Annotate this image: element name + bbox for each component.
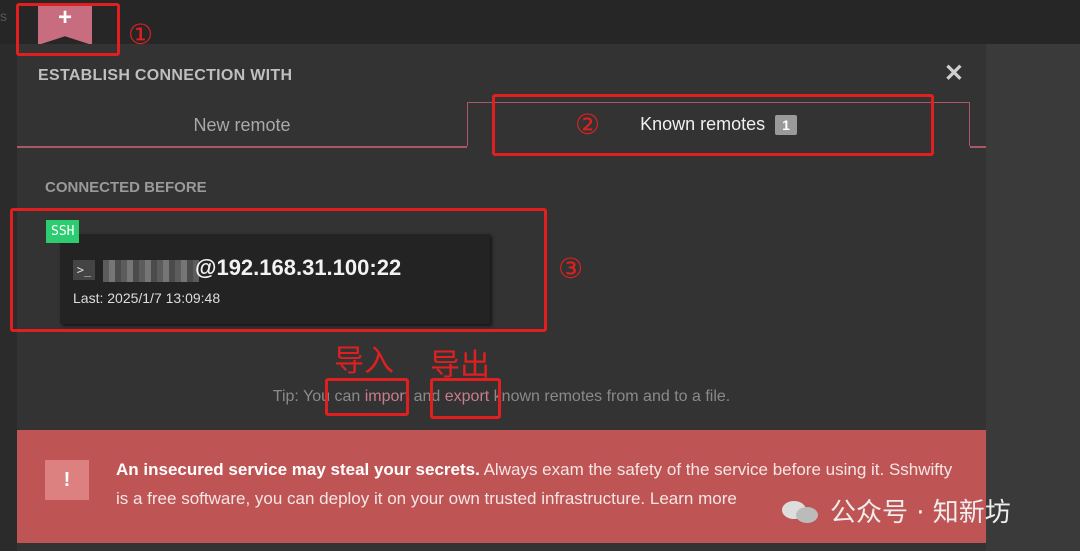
learn-more-link[interactable]: Learn more (650, 489, 737, 508)
warning-bold-text: An insecured service may steal your secr… (116, 460, 480, 479)
tab-new-remote-label: New remote (193, 114, 291, 135)
dialog-title: ESTABLISH CONNECTION WITH (38, 67, 293, 84)
wechat-logo-icon (782, 497, 822, 525)
annotation-box-export (430, 378, 501, 419)
annotation-box-import (325, 378, 409, 416)
annotation-box-add (16, 3, 120, 56)
annotation-number-3: ③ (558, 252, 584, 285)
top-bar: s + (0, 0, 1080, 45)
watermark: 公众号 · 知新坊 (782, 492, 1011, 529)
import-export-tip: Tip: You can import and export known rem… (17, 388, 986, 406)
annotation-number-1: ① (128, 18, 154, 51)
annotation-box-known-tab (492, 94, 934, 156)
tab-divider-right (970, 146, 986, 148)
watermark-text: 公众号 · 知新坊 (830, 498, 1011, 528)
close-icon[interactable]: ✕ (944, 62, 964, 86)
tab-new-remote[interactable]: New remote (17, 104, 467, 146)
annotation-import-label: 导入 (334, 344, 394, 379)
tip-text-after: known remotes from and to a file. (489, 388, 731, 405)
connected-before-heading: CONNECTED BEFORE (45, 179, 207, 196)
warning-icon: ! (45, 460, 89, 500)
annotation-box-remote (10, 208, 547, 332)
tab-divider-left (17, 146, 467, 148)
annotation-number-2: ② (575, 108, 601, 141)
topbar-edge-text: s (0, 8, 7, 24)
background-panel (986, 44, 1080, 551)
